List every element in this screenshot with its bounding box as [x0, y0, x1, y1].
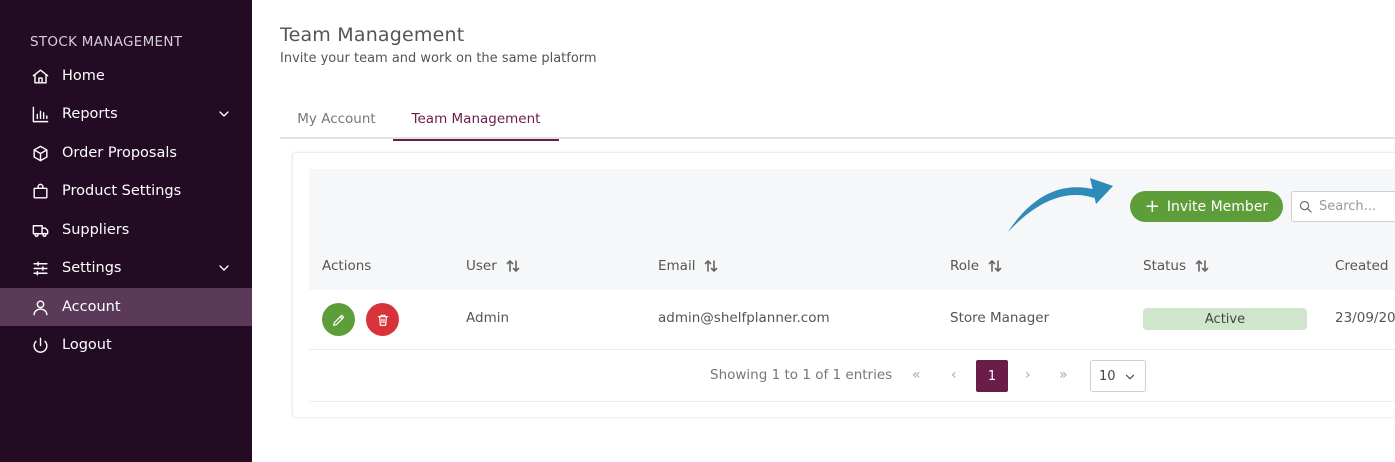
- plus-icon: +: [1144, 195, 1160, 217]
- column-header-role[interactable]: Role: [950, 258, 1003, 274]
- chevron-down-icon: [1125, 374, 1135, 380]
- sidebar-item-settings[interactable]: Settings: [0, 249, 252, 287]
- pagination-next-button[interactable]: ›: [1025, 367, 1031, 383]
- page-size-select[interactable]: 10: [1090, 360, 1146, 392]
- cell-role: Store Manager: [950, 310, 1050, 326]
- status-badge: Active: [1143, 308, 1307, 330]
- pagination-info: Showing 1 to 1 of 1 entries: [710, 367, 893, 383]
- annotation-arrow-icon: [1008, 178, 1113, 232]
- sort-icon[interactable]: [987, 258, 1003, 274]
- sidebar-item-order-proposals[interactable]: Order Proposals: [0, 134, 252, 172]
- chevron-down-icon[interactable]: [216, 260, 232, 276]
- column-header-actions: Actions: [322, 258, 372, 274]
- sort-icon[interactable]: [1194, 258, 1210, 274]
- trash-icon: [377, 314, 388, 326]
- column-header-status[interactable]: Status: [1143, 258, 1210, 274]
- box-icon: [30, 143, 50, 163]
- search-icon: [1299, 200, 1312, 213]
- sidebar-item-product-settings[interactable]: Product Settings: [0, 172, 252, 210]
- search-field[interactable]: [1291, 191, 1395, 222]
- sidebar-item-label: Settings: [62, 260, 122, 276]
- shopping-bag-icon: [30, 181, 50, 201]
- truck-icon: [30, 220, 50, 240]
- sidebar-item-account[interactable]: Account: [0, 288, 252, 326]
- bar-chart-icon: [30, 104, 50, 124]
- invite-member-label: Invite Member: [1166, 198, 1269, 215]
- user-icon: [30, 297, 50, 317]
- column-header-email[interactable]: Email: [658, 258, 719, 274]
- sidebar-item-label: Order Proposals: [62, 145, 177, 161]
- search-input[interactable]: [1319, 199, 1395, 214]
- home-icon: [30, 66, 50, 86]
- sort-icon[interactable]: [505, 258, 521, 274]
- sliders-icon: [30, 258, 50, 278]
- page-title: Team Management: [280, 24, 465, 46]
- sidebar-item-label: Product Settings: [62, 183, 182, 199]
- power-icon: [30, 335, 50, 355]
- tab-my-account[interactable]: My Account: [280, 99, 393, 139]
- sidebar-item-home[interactable]: Home: [0, 57, 252, 95]
- pagination-last-button[interactable]: »: [1059, 367, 1068, 383]
- invite-member-button[interactable]: + Invite Member: [1130, 191, 1283, 222]
- cell-email: admin@shelfplanner.com: [658, 310, 830, 326]
- column-header-user[interactable]: User: [466, 258, 521, 274]
- sidebar-section-title: STOCK MANAGEMENT: [30, 34, 183, 50]
- sidebar-item-label: Account: [62, 299, 121, 315]
- pagination-current-page[interactable]: 1: [976, 360, 1008, 392]
- sidebar-item-label: Reports: [62, 106, 118, 122]
- sort-icon[interactable]: [703, 258, 719, 274]
- sidebar: STOCK MANAGEMENT Home Reports Order Prop…: [0, 0, 252, 462]
- page-subtitle: Invite your team and work on the same pl…: [280, 51, 597, 66]
- cell-user: Admin: [466, 310, 510, 326]
- pencil-icon: [332, 314, 344, 326]
- sidebar-item-logout[interactable]: Logout: [0, 326, 252, 364]
- sidebar-item-label: Home: [62, 68, 105, 84]
- sidebar-item-label: Suppliers: [62, 222, 130, 238]
- cell-created: 23/09/20: [1335, 310, 1395, 326]
- sidebar-item-suppliers[interactable]: Suppliers: [0, 211, 252, 249]
- delete-button[interactable]: [366, 303, 399, 336]
- pagination-first-button[interactable]: «: [912, 367, 921, 383]
- edit-button[interactable]: [322, 303, 355, 336]
- tab-team-management[interactable]: Team Management: [393, 99, 559, 141]
- column-header-created[interactable]: Created: [1335, 258, 1388, 274]
- page-size-value: 10: [1099, 368, 1116, 384]
- divider: [309, 401, 1395, 402]
- tab-bar: My Account Team Management: [280, 99, 1395, 141]
- sidebar-item-reports[interactable]: Reports: [0, 95, 252, 133]
- chevron-down-icon[interactable]: [216, 106, 232, 122]
- pagination-prev-button[interactable]: ‹: [951, 367, 957, 383]
- sidebar-item-label: Logout: [62, 337, 112, 353]
